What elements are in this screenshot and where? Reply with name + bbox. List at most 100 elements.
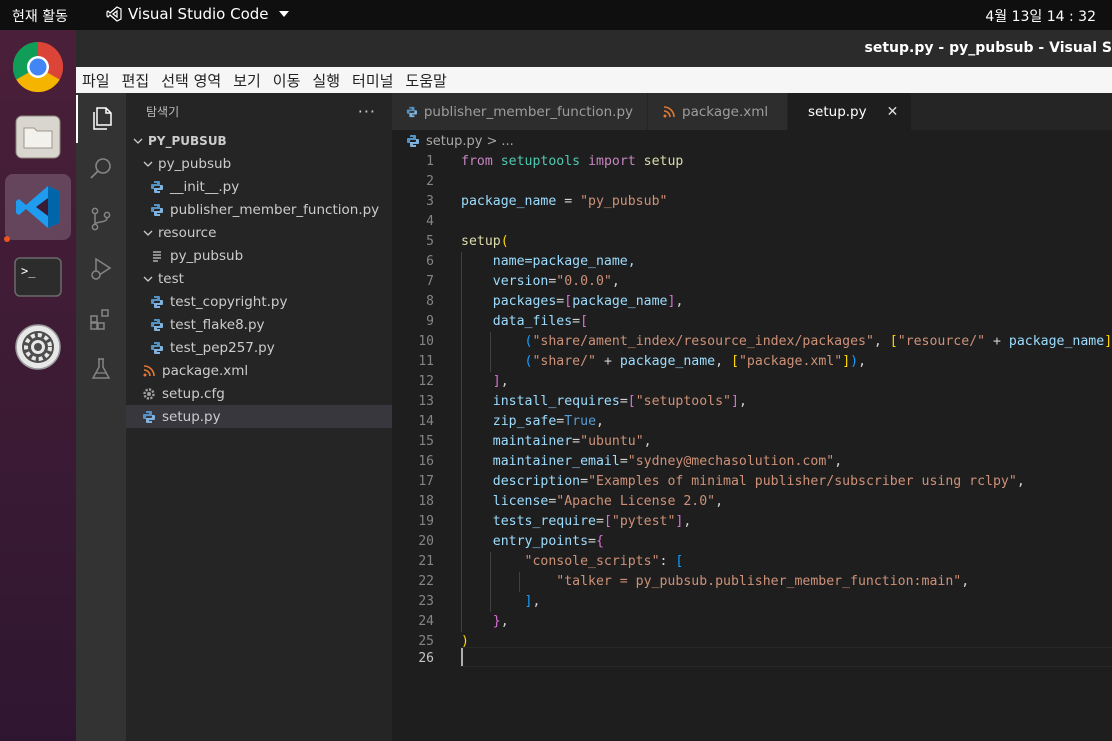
menu-terminal[interactable]: 터미널: [352, 70, 393, 91]
source-control-button[interactable]: [76, 195, 126, 243]
tree-file-test-flake8[interactable]: test_flake8.py: [126, 313, 392, 336]
testing-button[interactable]: [76, 345, 126, 393]
python-file-icon: [151, 203, 163, 216]
code-line: data_files=[: [492, 314, 589, 329]
line-number: 14: [418, 414, 434, 429]
chevron-down-icon: [278, 11, 289, 17]
tree-file-setup-cfg[interactable]: setup.cfg: [126, 382, 392, 405]
line-number: 7: [426, 274, 434, 289]
tree-file-setup-py[interactable]: setup.py: [126, 405, 392, 428]
tree-item-label: setup.py: [162, 408, 221, 425]
editor-tabs: publisher_member_function.py package.xml…: [392, 93, 1112, 130]
code-line: from setuptools import setup: [461, 154, 684, 169]
svg-text:>_: >_: [21, 264, 36, 278]
code-line: "console_scripts": [: [524, 554, 684, 569]
close-icon[interactable]: ✕: [887, 104, 899, 120]
rss-icon: [143, 364, 155, 376]
files-icon: [15, 115, 61, 159]
line-number: 15: [418, 434, 434, 449]
code-line: ("share/ament_index/resource_index/packa…: [524, 334, 1112, 349]
terminal-icon: >_: [14, 257, 62, 297]
more-actions-icon[interactable]: ···: [358, 102, 376, 121]
code-line: tests_require=["pytest"],: [492, 514, 692, 529]
line-number: 2: [426, 174, 434, 189]
code-line: ],: [524, 594, 541, 609]
dock-files[interactable]: [5, 104, 71, 170]
chevron-down-icon: [143, 276, 153, 282]
menu-help[interactable]: 도움말: [405, 70, 446, 91]
tree-file-package-xml[interactable]: package.xml: [126, 359, 392, 382]
line-number: 13: [418, 394, 434, 409]
python-file-icon: [151, 318, 163, 331]
extensions-icon: [90, 309, 109, 330]
explorer-button[interactable]: [76, 95, 126, 143]
tree-item-label: test_copyright.py: [170, 293, 288, 310]
tree-file-resource-py-pubsub[interactable]: py_pubsub: [126, 244, 392, 267]
python-file-icon: [406, 106, 417, 117]
tree-file-test-copyright[interactable]: test_copyright.py: [126, 290, 392, 313]
menu-view[interactable]: 보기: [233, 70, 261, 91]
breadcrumb-file[interactable]: setup.py: [426, 134, 482, 149]
app-menu[interactable]: Visual Studio Code: [106, 5, 289, 23]
tree-folder-test[interactable]: test: [126, 267, 392, 290]
workspace-root[interactable]: PY_PUBSUB: [126, 129, 392, 152]
code-line: description="Examples of minimal publish…: [492, 474, 1025, 489]
line-number: 5: [426, 234, 434, 249]
dock-vscode[interactable]: [5, 174, 71, 240]
run-debug-button[interactable]: [76, 245, 126, 293]
menu-selection[interactable]: 선택 영역: [161, 70, 221, 91]
chrome-icon: [12, 41, 64, 93]
window-titlebar[interactable]: setup.py - py_pubsub - Visual S: [76, 30, 1112, 67]
code-editor[interactable]: 1 2 3 4 5 6 7 8 9 10 11 12 13 14 15 16 1…: [392, 152, 1112, 741]
code-line: license="Apache License 2.0",: [492, 494, 724, 509]
tree-file-publisher[interactable]: publisher_member_function.py: [126, 198, 392, 221]
search-icon: [90, 158, 111, 179]
app-name: Visual Studio Code: [128, 5, 269, 23]
tree-item-label: py_pubsub: [158, 155, 232, 172]
menu-edit[interactable]: 편집: [122, 70, 150, 91]
tree-file-init[interactable]: __init__.py: [126, 175, 392, 198]
code-line: entry_points={: [492, 534, 604, 549]
tree-file-test-pep257[interactable]: test_pep257.py: [126, 336, 392, 359]
line-number: 19: [418, 514, 434, 529]
menu-file[interactable]: 파일: [82, 70, 110, 91]
flask-icon: [91, 358, 111, 379]
breadcrumb-symbols[interactable]: ...: [501, 134, 513, 149]
tab-package-xml[interactable]: package.xml: [648, 93, 788, 130]
system-top-bar: 현재 활동 Visual Studio Code 4월 13일 14 : 32: [0, 0, 1112, 30]
dock-chrome[interactable]: [5, 34, 71, 100]
breadcrumb: setup.py > ...: [392, 130, 1112, 152]
vscode-small-icon: [106, 6, 122, 22]
code-line: setup(: [461, 234, 509, 249]
menu-run[interactable]: 실행: [312, 70, 340, 91]
clock[interactable]: 4월 13일 14 : 32: [985, 6, 1096, 26]
tree-item-label: test_flake8.py: [170, 316, 265, 333]
code-line: zip_safe=True,: [492, 414, 604, 429]
running-indicator: [4, 236, 10, 242]
menu-bar: 파일 편집 선택 영역 보기 이동 실행 터미널 도움말: [76, 67, 1112, 93]
tree-item-label: publisher_member_function.py: [170, 201, 380, 218]
dock-settings[interactable]: [5, 314, 71, 380]
extensions-button[interactable]: [76, 295, 126, 343]
code-line: ): [461, 634, 469, 649]
activities-button[interactable]: 현재 활동: [12, 6, 68, 26]
vscode-icon: [16, 186, 59, 228]
explorer-header: 탐색기 ···: [126, 93, 392, 129]
tab-publisher-member-function[interactable]: publisher_member_function.py: [392, 93, 648, 130]
code-line: ("share/" + package_name, ["package.xml"…: [524, 354, 867, 369]
search-button[interactable]: [76, 145, 126, 193]
rss-icon: [663, 105, 675, 117]
tree-item-label: __init__.py: [170, 178, 240, 195]
menu-go[interactable]: 이동: [273, 70, 301, 91]
gear-icon: [143, 387, 155, 400]
tree-folder-resource[interactable]: resource: [126, 221, 392, 244]
settings-icon: [15, 324, 61, 370]
tab-setup-py[interactable]: setup.py ✕: [788, 93, 912, 130]
tree-item-label: package.xml: [162, 362, 249, 379]
code-line: install_requires=["setuptools"],: [492, 394, 747, 409]
tree-folder-py-pubsub[interactable]: py_pubsub: [126, 152, 392, 175]
python-file-icon: [143, 410, 155, 423]
workspace-root-label: PY_PUBSUB: [148, 133, 227, 148]
dock-terminal[interactable]: >_: [5, 244, 71, 310]
text-file-icon: [153, 250, 161, 262]
